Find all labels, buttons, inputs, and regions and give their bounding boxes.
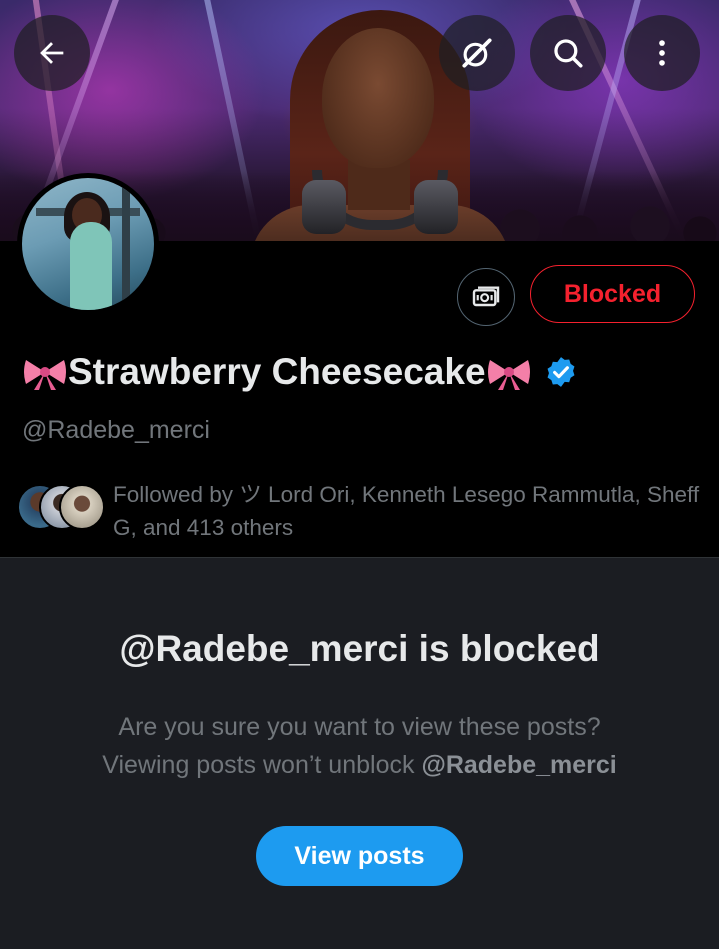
- verified-badge-icon[interactable]: [544, 355, 578, 389]
- search-icon: [554, 39, 583, 68]
- grok-button[interactable]: [439, 15, 515, 91]
- money-icon: [472, 286, 500, 307]
- blocked-desc-handle: @Radebe_merci: [421, 751, 617, 779]
- arrow-left-icon: [40, 42, 64, 64]
- grok-slash-icon: [462, 38, 492, 68]
- blocked-notice: @Radebe_merci is blocked Are you sure yo…: [0, 557, 719, 949]
- search-button[interactable]: [530, 15, 606, 91]
- followers-avatars[interactable]: [17, 484, 107, 532]
- ribbon-emoji-right: [487, 360, 530, 390]
- blocked-desc-line2: Viewing posts won’t unblock @Radebe_merc…: [0, 746, 719, 784]
- blocked-desc-line1: Are you sure you want to view these post…: [118, 713, 601, 741]
- more-button[interactable]: [624, 15, 700, 91]
- view-posts-button[interactable]: View posts: [256, 826, 463, 886]
- back-button[interactable]: [14, 15, 90, 91]
- follower-avatar: [59, 484, 105, 530]
- more-vertical-icon: [659, 40, 665, 66]
- profile-handle: @Radebe_merci: [22, 416, 210, 444]
- tip-button[interactable]: [457, 268, 515, 326]
- display-name: Strawberry Cheesecake: [22, 346, 578, 398]
- followed-by-text[interactable]: Followed by ツ Lord Ori, Kenneth Lesego R…: [113, 478, 703, 544]
- avatar[interactable]: [17, 173, 159, 315]
- blocked-button[interactable]: Blocked: [530, 265, 695, 323]
- blocked-desc-line2-prefix: Viewing posts won’t unblock: [102, 751, 415, 779]
- blocked-description: Are you sure you want to view these post…: [0, 708, 719, 784]
- ribbon-emoji-left: [24, 360, 66, 390]
- blocked-title: @Radebe_merci is blocked: [119, 628, 600, 669]
- display-name-text: Strawberry Cheesecake: [68, 351, 486, 392]
